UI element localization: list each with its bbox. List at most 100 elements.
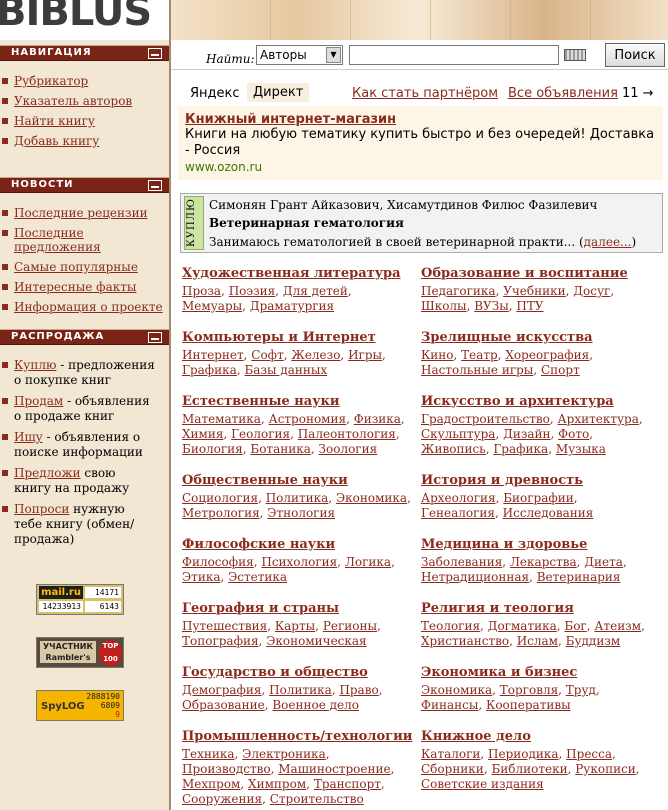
category-title-link[interactable]: География и страны: [182, 601, 417, 617]
subcategory-link[interactable]: ВУЗы: [474, 299, 509, 313]
subcategory-link[interactable]: Зоология: [319, 442, 378, 456]
subcategory-link[interactable]: Железо: [291, 348, 340, 362]
category-title-link[interactable]: Художественная литература: [182, 266, 417, 282]
subcategory-link[interactable]: Биографии: [503, 491, 574, 505]
ad-url[interactable]: www.ozon.ru: [185, 160, 262, 174]
direkt-tab[interactable]: Директ: [247, 83, 310, 102]
subcategory-link[interactable]: Мемуары: [182, 299, 242, 313]
subcategory-link[interactable]: Базы данных: [244, 363, 327, 377]
subcategory-link[interactable]: Живопись: [421, 442, 486, 456]
news-link[interactable]: Самые популярные: [14, 260, 138, 274]
subcategory-link[interactable]: Периодика: [488, 747, 559, 761]
subcategory-link[interactable]: Музыка: [556, 442, 606, 456]
minimize-icon[interactable]: [148, 332, 162, 343]
subcategory-link[interactable]: Метрология: [182, 506, 260, 520]
minimize-icon[interactable]: [148, 180, 162, 191]
subcategory-link[interactable]: Мехпром: [182, 777, 240, 791]
category-title-link[interactable]: Книжное дело: [421, 729, 656, 745]
subcategory-link[interactable]: Ислам: [517, 634, 558, 648]
subcategory-link[interactable]: Право: [339, 683, 378, 697]
sale-link-request[interactable]: Попроси: [14, 502, 69, 516]
subcategory-link[interactable]: Библиотеки: [491, 762, 567, 776]
subcategory-link[interactable]: Астрономия: [269, 412, 346, 426]
subcategory-link[interactable]: Театр: [461, 348, 498, 362]
nav-link[interactable]: Указатель авторов: [14, 94, 132, 108]
subcategory-link[interactable]: Учебники: [503, 284, 565, 298]
subcategory-link[interactable]: Догматика: [488, 619, 557, 633]
subcategory-link[interactable]: Эстетика: [228, 570, 287, 584]
subcategory-link[interactable]: Техника: [182, 747, 235, 761]
spylog-counter-badge[interactable]: SpyLOG 2888190 6809 9: [36, 690, 124, 721]
news-link[interactable]: Последние предложения: [14, 226, 101, 254]
subcategory-link[interactable]: Путешествия: [182, 619, 267, 633]
subcategory-link[interactable]: Теология: [421, 619, 480, 633]
subcategory-link[interactable]: Математика: [182, 412, 261, 426]
mailru-counter-badge[interactable]: mail.ru 14171 14233913 6143: [36, 584, 124, 615]
subcategory-link[interactable]: Военное дело: [272, 698, 359, 712]
subcategory-link[interactable]: Кино: [421, 348, 454, 362]
category-title-link[interactable]: Промышленность/технологии: [182, 729, 417, 745]
subcategory-link[interactable]: Графика: [182, 363, 237, 377]
subcategory-link[interactable]: Фото: [558, 427, 589, 441]
subcategory-link[interactable]: Бог: [564, 619, 586, 633]
subcategory-link[interactable]: Карты: [275, 619, 315, 633]
category-title-link[interactable]: Зрелищные искусства: [421, 330, 656, 346]
category-title-link[interactable]: Философские науки: [182, 537, 417, 553]
subcategory-link[interactable]: Рукописи: [575, 762, 636, 776]
keyboard-icon[interactable]: [564, 49, 586, 61]
category-title-link[interactable]: Государство и общество: [182, 665, 417, 681]
subcategory-link[interactable]: Софт: [251, 348, 283, 362]
chevron-down-icon[interactable]: ▼: [326, 47, 341, 63]
subcategory-link[interactable]: Дизайн: [503, 427, 550, 441]
subcategory-link[interactable]: Игры: [348, 348, 382, 362]
subcategory-link[interactable]: Проза: [182, 284, 221, 298]
category-title-link[interactable]: Общественные науки: [182, 473, 417, 489]
subcategory-link[interactable]: Кооперативы: [486, 698, 571, 712]
subcategory-link[interactable]: Драматургия: [250, 299, 334, 313]
sale-link-search[interactable]: Ищу: [14, 430, 43, 444]
subcategory-link[interactable]: Финансы: [421, 698, 478, 712]
subcategory-link[interactable]: Сооружения: [182, 792, 262, 806]
category-title-link[interactable]: Медицина и здоровье: [421, 537, 656, 553]
subcategory-link[interactable]: Архитектура: [558, 412, 639, 426]
subcategory-link[interactable]: Спорт: [541, 363, 580, 377]
subcategory-link[interactable]: Транспорт: [314, 777, 381, 791]
subcategory-link[interactable]: Экономика: [336, 491, 407, 505]
site-logo[interactable]: BIBLUS: [0, 0, 169, 40]
category-title-link[interactable]: Экономика и бизнес: [421, 665, 656, 681]
subcategory-link[interactable]: Этика: [182, 570, 220, 584]
subcategory-link[interactable]: Этнология: [267, 506, 335, 520]
all-ads-link[interactable]: Все объявления: [508, 86, 618, 101]
subcategory-link[interactable]: Экономическая: [266, 634, 366, 648]
subcategory-link[interactable]: Атеизм: [594, 619, 641, 633]
subcategory-link[interactable]: Химпром: [248, 777, 306, 791]
offer-more-link[interactable]: далее...: [584, 235, 632, 249]
rambler-top100-badge[interactable]: УЧАСТНИК Rambler's TOP 100: [36, 637, 124, 668]
nav-link[interactable]: Рубрикатор: [14, 74, 88, 88]
news-link[interactable]: Интересные факты: [14, 280, 136, 294]
search-button[interactable]: Поиск: [605, 43, 665, 67]
search-input[interactable]: [349, 45, 559, 65]
subcategory-link[interactable]: Хореография: [505, 348, 589, 362]
subcategory-link[interactable]: Ветеринария: [537, 570, 621, 584]
subcategory-link[interactable]: Физика: [354, 412, 401, 426]
subcategory-link[interactable]: Лекарства: [510, 555, 577, 569]
subcategory-link[interactable]: ПТУ: [516, 299, 543, 313]
subcategory-link[interactable]: Для детей: [283, 284, 348, 298]
nav-link[interactable]: Добавь книгу: [14, 134, 99, 148]
subcategory-link[interactable]: Политика: [266, 491, 329, 505]
minimize-icon[interactable]: [148, 48, 162, 59]
subcategory-link[interactable]: Генеалогия: [421, 506, 495, 520]
subcategory-link[interactable]: Труд: [566, 683, 596, 697]
subcategory-link[interactable]: Каталоги: [421, 747, 480, 761]
subcategory-link[interactable]: Философия: [182, 555, 254, 569]
subcategory-link[interactable]: Градостроительство: [421, 412, 550, 426]
subcategory-link[interactable]: Археология: [421, 491, 496, 505]
subcategory-link[interactable]: Нетрадиционная: [421, 570, 529, 584]
subcategory-link[interactable]: Диета: [584, 555, 623, 569]
news-link[interactable]: Информация о проекте: [14, 300, 163, 314]
subcategory-link[interactable]: Школы: [421, 299, 467, 313]
search-type-select[interactable]: Авторы ▼: [256, 45, 343, 65]
subcategory-link[interactable]: Досуг: [573, 284, 610, 298]
subcategory-link[interactable]: Социология: [182, 491, 258, 505]
